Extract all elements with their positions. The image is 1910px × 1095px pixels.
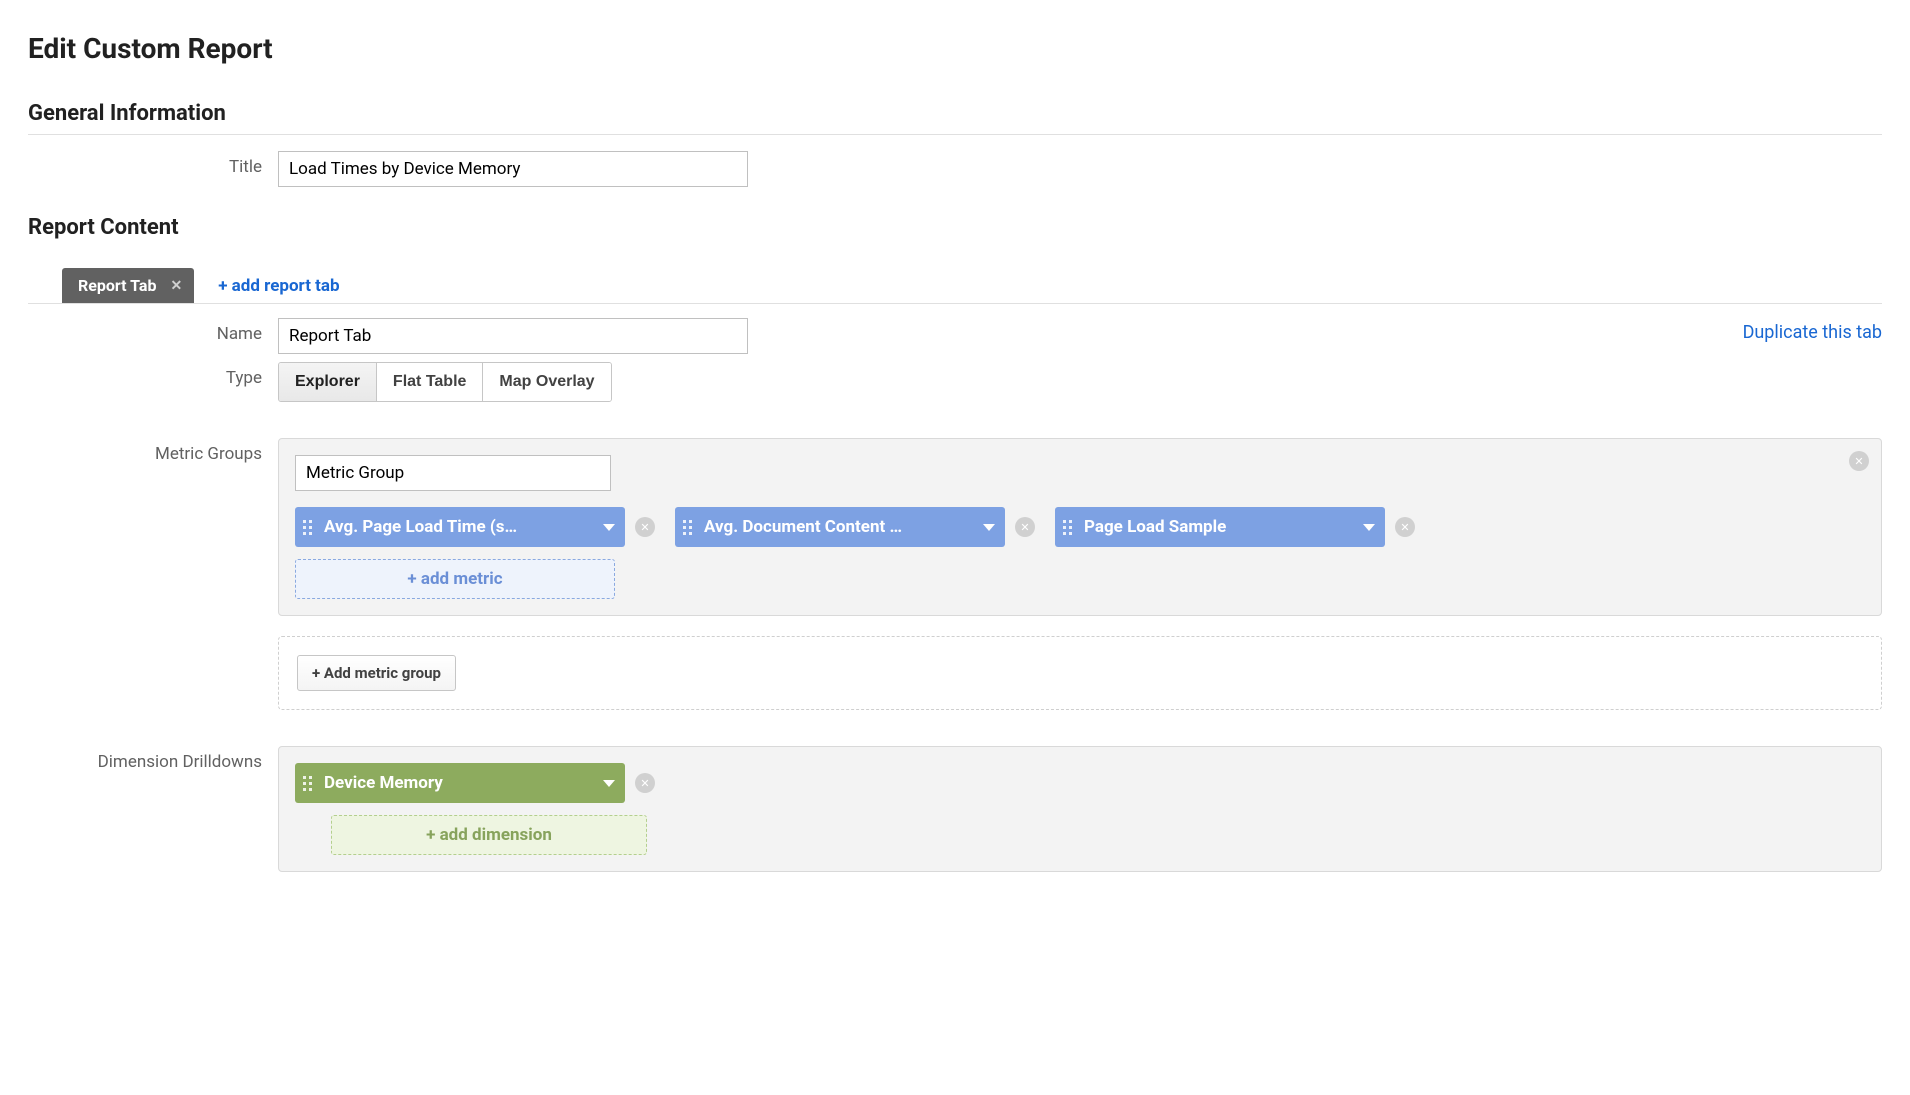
- tab-report-label: Report Tab: [78, 276, 156, 295]
- tab-report[interactable]: Report Tab ✕: [62, 268, 194, 303]
- metric-chip[interactable]: Page Load Sample: [1055, 507, 1385, 547]
- remove-metric-group-icon[interactable]: [1849, 451, 1869, 471]
- name-label: Name: [28, 318, 278, 344]
- page-title: Edit Custom Report: [28, 32, 1882, 65]
- title-label: Title: [28, 151, 278, 177]
- title-input[interactable]: [278, 151, 748, 187]
- metric-chip[interactable]: Avg. Document Content …: [675, 507, 1005, 547]
- drag-handle-icon[interactable]: [303, 520, 312, 535]
- type-segmented: Explorer Flat Table Map Overlay: [278, 362, 612, 402]
- metric-chip-label: Avg. Page Load Time (s…: [324, 517, 595, 537]
- chevron-down-icon: [983, 524, 995, 531]
- divider: [28, 134, 1882, 135]
- chevron-down-icon: [603, 524, 615, 531]
- remove-metric-icon[interactable]: [1015, 517, 1035, 537]
- metric-group-panel: Avg. Page Load Time (s… Avg. Document Co…: [278, 438, 1882, 616]
- type-map-overlay-button[interactable]: Map Overlay: [482, 363, 610, 401]
- chevron-down-icon: [1363, 524, 1375, 531]
- dimension-drilldowns-label: Dimension Drilldowns: [28, 746, 278, 772]
- type-explorer-button[interactable]: Explorer: [279, 363, 376, 401]
- metric-groups-label: Metric Groups: [28, 438, 278, 464]
- add-metric-group-button[interactable]: + Add metric group: [297, 655, 456, 691]
- section-content-heading: Report Content: [28, 215, 1882, 240]
- metric-chip-label: Page Load Sample: [1084, 517, 1355, 537]
- drag-handle-icon[interactable]: [683, 520, 692, 535]
- chevron-down-icon: [603, 780, 615, 787]
- remove-metric-icon[interactable]: [635, 517, 655, 537]
- type-label: Type: [28, 362, 278, 388]
- add-report-tab-link[interactable]: + add report tab: [218, 276, 339, 296]
- close-icon[interactable]: ✕: [170, 278, 182, 294]
- report-tabs-bar: Report Tab ✕ + add report tab: [28, 268, 1882, 304]
- dimension-panel: Device Memory + add dimension: [278, 746, 1882, 872]
- metric-group-name-input[interactable]: [295, 455, 611, 491]
- add-metric-button[interactable]: + add metric: [295, 559, 615, 599]
- drag-handle-icon[interactable]: [1063, 520, 1072, 535]
- dimension-chip[interactable]: Device Memory: [295, 763, 625, 803]
- duplicate-tab-link[interactable]: Duplicate this tab: [1743, 322, 1882, 343]
- drag-handle-icon[interactable]: [303, 776, 312, 791]
- section-general-heading: General Information: [28, 101, 1882, 126]
- metric-chip[interactable]: Avg. Page Load Time (s…: [295, 507, 625, 547]
- metric-chip-label: Avg. Document Content …: [704, 517, 975, 537]
- add-dimension-button[interactable]: + add dimension: [331, 815, 647, 855]
- add-metric-group-panel: + Add metric group: [278, 636, 1882, 710]
- dimension-chip-label: Device Memory: [324, 773, 595, 793]
- name-input[interactable]: [278, 318, 748, 354]
- remove-metric-icon[interactable]: [1395, 517, 1415, 537]
- metrics-list: Avg. Page Load Time (s… Avg. Document Co…: [295, 507, 1865, 599]
- type-flat-table-button[interactable]: Flat Table: [376, 363, 483, 401]
- remove-dimension-icon[interactable]: [635, 773, 655, 793]
